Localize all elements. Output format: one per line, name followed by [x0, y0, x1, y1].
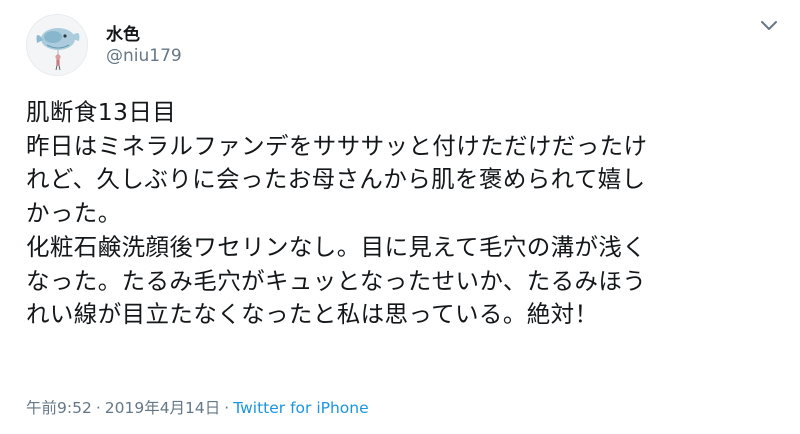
avatar[interactable] — [26, 14, 88, 76]
tweet-meta: 午前9:52 · 2019年4月14日 · Twitter for iPhone — [26, 396, 369, 418]
author-handle[interactable]: @niu179 — [106, 46, 182, 66]
meta-separator: · — [95, 399, 101, 417]
tweet-text-line: なった。たるみ毛穴がキュッとなったせいか、たるみほう — [26, 266, 647, 295]
tweet-text-line: れい線が目立たなくなったと私は思っている。絶対！ — [26, 300, 599, 329]
tweet-text-line: 昨日はミネラルファンデをサササッと付けただけだったけ — [26, 131, 648, 160]
author-display-name[interactable]: 水色 — [106, 20, 140, 45]
tweet-text-line: かった。 — [26, 199, 122, 228]
tweet-card: 水色 @niu179 肌断食13日目 昨日はミネラルファンデをサササッと付けただ… — [0, 0, 800, 434]
tweet-text: 肌断食13日目 昨日はミネラルファンデをサササッと付けただけだったけ れど、久し… — [26, 96, 786, 332]
tweet-date[interactable]: 2019年4月14日 — [105, 399, 221, 417]
avatar-illustration-icon — [27, 15, 87, 75]
chevron-down-icon[interactable] — [756, 16, 782, 36]
tweet-source-link[interactable]: Twitter for iPhone — [233, 399, 368, 417]
tweet-text-line: 肌断食13日目 — [26, 98, 177, 126]
tweet-text-line: れど、久しぶりに会ったお母さんから肌を褒められて嬉し — [26, 165, 646, 194]
tweet-text-line: 化粧石鹸洗顔後ワセリンなし。目に見えて毛穴の溝が浅く — [26, 232, 647, 261]
tweet-time[interactable]: 午前9:52 — [26, 399, 92, 417]
meta-separator: · — [224, 399, 230, 417]
